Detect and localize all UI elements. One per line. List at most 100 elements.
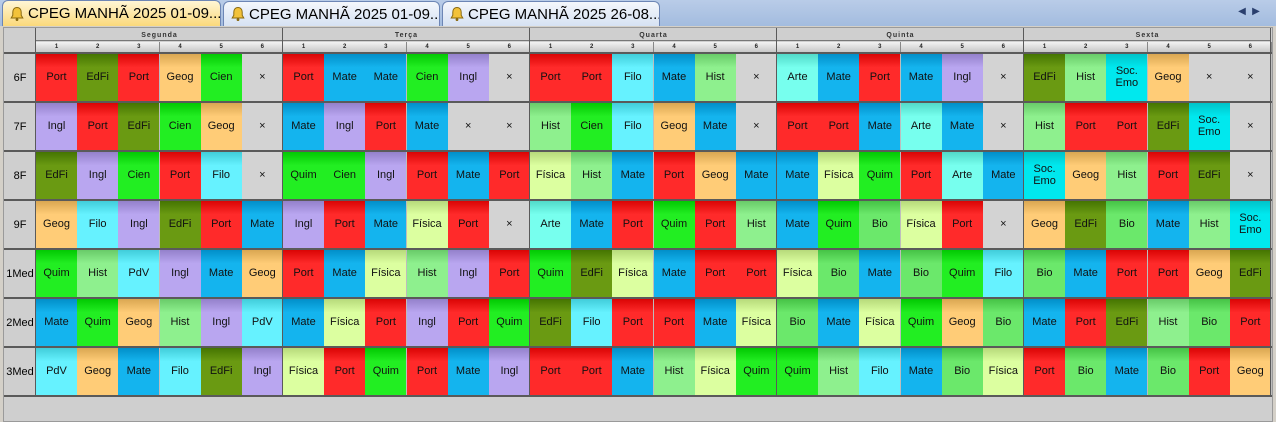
- lesson-cell[interactable]: Mate: [777, 200, 819, 249]
- lesson-cell[interactable]: Ingl: [283, 200, 325, 249]
- lesson-cell[interactable]: Geog: [77, 347, 120, 396]
- lesson-cell[interactable]: Hist: [571, 151, 614, 200]
- lesson-cell[interactable]: Quim: [777, 347, 819, 396]
- lesson-cell[interactable]: Física: [859, 298, 902, 347]
- lesson-cell[interactable]: Ingl: [118, 200, 161, 249]
- lesson-cell[interactable]: Port: [900, 151, 943, 200]
- lesson-cell[interactable]: Port: [735, 249, 778, 298]
- empty-slot[interactable]: ×: [1229, 102, 1272, 151]
- empty-slot[interactable]: ×: [1188, 53, 1231, 102]
- lesson-cell[interactable]: Ingl: [365, 151, 408, 200]
- lesson-cell[interactable]: Geog: [1024, 200, 1066, 249]
- lesson-cell[interactable]: Mate: [365, 53, 408, 102]
- lesson-cell[interactable]: Mate: [324, 53, 367, 102]
- lesson-cell[interactable]: Port: [283, 53, 325, 102]
- lesson-cell[interactable]: Port: [859, 53, 902, 102]
- lesson-cell[interactable]: Quim: [941, 249, 984, 298]
- lesson-cell[interactable]: Cien: [406, 53, 449, 102]
- lesson-cell[interactable]: Geog: [1188, 249, 1231, 298]
- lesson-cell[interactable]: Quim: [818, 200, 861, 249]
- lesson-cell[interactable]: Mate: [818, 298, 861, 347]
- lesson-cell[interactable]: Geog: [241, 249, 284, 298]
- lesson-cell[interactable]: Hist: [694, 53, 737, 102]
- lesson-cell[interactable]: Geog: [694, 151, 737, 200]
- lesson-cell[interactable]: EdFi: [1147, 102, 1190, 151]
- tab-scroll-left-icon[interactable]: ◀: [1236, 6, 1248, 17]
- empty-slot[interactable]: ×: [735, 102, 778, 151]
- lesson-cell[interactable]: Port: [406, 151, 449, 200]
- lesson-cell[interactable]: Bio: [1065, 347, 1108, 396]
- lesson-cell[interactable]: Hist: [159, 298, 202, 347]
- empty-slot[interactable]: ×: [982, 53, 1025, 102]
- lesson-cell[interactable]: Quim: [488, 298, 531, 347]
- lesson-cell[interactable]: Mate: [859, 249, 902, 298]
- lesson-cell[interactable]: Mate: [447, 151, 490, 200]
- tab-schedule-3[interactable]: CPEG MANHÃ 2025 26-08...: [442, 1, 660, 26]
- tab-schedule-1[interactable]: CPEG MANHÃ 2025 01-09...: [2, 0, 221, 26]
- lesson-cell[interactable]: Arte: [941, 151, 984, 200]
- lesson-cell[interactable]: Mate: [694, 298, 737, 347]
- empty-slot[interactable]: ×: [447, 102, 490, 151]
- lesson-cell[interactable]: Port: [283, 249, 325, 298]
- lesson-cell[interactable]: Port: [1147, 249, 1190, 298]
- lesson-cell[interactable]: Port: [77, 102, 120, 151]
- lesson-cell[interactable]: EdFi: [159, 200, 202, 249]
- lesson-cell[interactable]: Port: [777, 102, 819, 151]
- lesson-cell[interactable]: Port: [488, 151, 531, 200]
- lesson-cell[interactable]: Geog: [941, 298, 984, 347]
- lesson-cell[interactable]: Física: [818, 151, 861, 200]
- empty-slot[interactable]: ×: [488, 200, 531, 249]
- lesson-cell[interactable]: Bio: [900, 249, 943, 298]
- lesson-cell[interactable]: Mate: [982, 151, 1025, 200]
- lesson-cell[interactable]: Ingl: [200, 298, 243, 347]
- lesson-cell[interactable]: EdFi: [1024, 53, 1066, 102]
- lesson-cell[interactable]: EdFi: [1229, 249, 1272, 298]
- lesson-cell[interactable]: Bio: [1024, 249, 1066, 298]
- lesson-cell[interactable]: Soc. Emo: [1106, 53, 1149, 102]
- tab-schedule-2[interactable]: CPEG MANHÃ 2025 01-09...: [223, 1, 440, 26]
- lesson-cell[interactable]: Geog: [36, 200, 78, 249]
- lesson-cell[interactable]: Quim: [900, 298, 943, 347]
- lesson-cell[interactable]: Mate: [941, 102, 984, 151]
- lesson-cell[interactable]: Mate: [1065, 249, 1108, 298]
- empty-slot[interactable]: ×: [241, 102, 284, 151]
- lesson-cell[interactable]: Filo: [571, 298, 614, 347]
- lesson-cell[interactable]: Port: [694, 200, 737, 249]
- empty-slot[interactable]: ×: [1229, 151, 1272, 200]
- lesson-cell[interactable]: Hist: [818, 347, 861, 396]
- lesson-cell[interactable]: Bio: [1106, 200, 1149, 249]
- lesson-cell[interactable]: Ingl: [447, 53, 490, 102]
- lesson-cell[interactable]: Ingl: [488, 347, 531, 396]
- lesson-cell[interactable]: Port: [1065, 298, 1108, 347]
- lesson-cell[interactable]: Ingl: [77, 151, 120, 200]
- lesson-cell[interactable]: Bio: [941, 347, 984, 396]
- lesson-cell[interactable]: EdFi: [36, 151, 78, 200]
- lesson-cell[interactable]: EdFi: [77, 53, 120, 102]
- lesson-cell[interactable]: Soc. Emo: [1229, 200, 1272, 249]
- lesson-cell[interactable]: Port: [818, 102, 861, 151]
- lesson-cell[interactable]: Física: [900, 200, 943, 249]
- lesson-cell[interactable]: Port: [36, 53, 78, 102]
- lesson-cell[interactable]: Física: [982, 347, 1025, 396]
- lesson-cell[interactable]: Física: [283, 347, 325, 396]
- lesson-cell[interactable]: EdFi: [1065, 200, 1108, 249]
- empty-slot[interactable]: ×: [982, 102, 1025, 151]
- lesson-cell[interactable]: Ingl: [324, 102, 367, 151]
- lesson-cell[interactable]: Port: [200, 200, 243, 249]
- lesson-cell[interactable]: Quim: [283, 151, 325, 200]
- empty-slot[interactable]: ×: [488, 53, 531, 102]
- lesson-cell[interactable]: Filo: [77, 200, 120, 249]
- lesson-cell[interactable]: Física: [735, 298, 778, 347]
- lesson-cell[interactable]: EdFi: [530, 298, 572, 347]
- lesson-cell[interactable]: Cien: [118, 151, 161, 200]
- empty-slot[interactable]: ×: [1229, 53, 1272, 102]
- lesson-cell[interactable]: EdFi: [571, 249, 614, 298]
- lesson-cell[interactable]: Mate: [324, 249, 367, 298]
- lesson-cell[interactable]: Mate: [900, 347, 943, 396]
- lesson-cell[interactable]: Filo: [159, 347, 202, 396]
- lesson-cell[interactable]: Filo: [612, 102, 655, 151]
- lesson-cell[interactable]: Port: [653, 298, 696, 347]
- lesson-cell[interactable]: Bio: [1147, 347, 1190, 396]
- lesson-cell[interactable]: EdFi: [1188, 151, 1231, 200]
- lesson-cell[interactable]: Quim: [365, 347, 408, 396]
